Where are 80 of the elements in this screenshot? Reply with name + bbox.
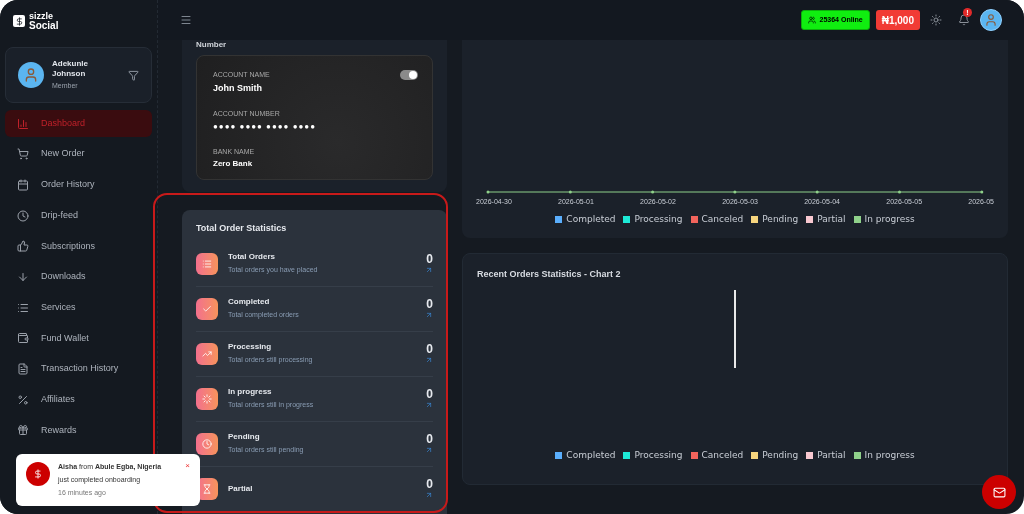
legend-label[interactable]: Completed [566, 212, 616, 226]
users-icon [807, 16, 816, 24]
legend-label[interactable]: Canceled [701, 448, 744, 462]
logo-icon [13, 15, 25, 27]
stat-title: Partial [228, 482, 254, 495]
profile-name: Adekunle Johnson [52, 58, 89, 79]
stat-title: Processing [228, 341, 273, 354]
trend-icon [202, 348, 212, 359]
sidebar-item[interactable]: Rewards [5, 416, 152, 444]
stat-title: In progress [228, 386, 273, 399]
sidebar-item[interactable]: Order History [5, 171, 152, 199]
avatar [18, 62, 44, 88]
stat-title: Pending [228, 431, 261, 444]
stat-value: 0 [426, 298, 433, 311]
panel-heading: Number [196, 40, 228, 50]
arrow-icon[interactable] [425, 401, 433, 409]
legend-label[interactable]: In progress [864, 448, 915, 462]
sidebar-item[interactable]: Drip-feed [5, 202, 152, 230]
mail-button[interactable] [982, 475, 1016, 509]
down-arrow-icon [17, 270, 29, 283]
stat-value: 0 [426, 478, 433, 491]
theme-toggle-icon[interactable] [930, 14, 942, 26]
stat-value: 0 [426, 388, 433, 401]
balance-button[interactable]: ₦1,000 [875, 10, 920, 30]
stat-value: 0 [426, 433, 433, 446]
close-button[interactable]: × [185, 462, 190, 470]
stat-value: 0 [426, 253, 433, 266]
legend-label[interactable]: Processing [634, 212, 683, 226]
bank-name: Zero Bank [213, 158, 254, 170]
clock-icon [17, 209, 29, 222]
dollar-icon [26, 462, 50, 486]
toggle-switch[interactable] [400, 70, 418, 80]
arrow-icon[interactable] [425, 311, 433, 319]
panel-title: Recent Orders Statistics - Chart 2 [477, 268, 622, 281]
legend-label[interactable]: Processing [634, 448, 683, 462]
legend-label[interactable]: Completed [566, 448, 616, 462]
clock-icon [202, 438, 212, 449]
percent-icon [17, 393, 29, 406]
sidebar-item[interactable]: Services [5, 294, 152, 322]
legend-label[interactable]: Canceled [701, 212, 744, 226]
mail-icon [992, 485, 1006, 499]
arrow-icon[interactable] [425, 266, 433, 274]
calendar-icon [17, 178, 29, 191]
account-name: John Smith [213, 81, 263, 95]
brand-name: sizzle [29, 12, 54, 21]
gift-icon [17, 424, 29, 437]
arrow-icon[interactable] [425, 356, 433, 364]
check-icon [202, 303, 212, 314]
arrow-icon[interactable] [425, 491, 433, 499]
arrow-icon[interactable] [425, 446, 433, 454]
list-icon [202, 258, 212, 269]
legend-label[interactable]: Pending [762, 448, 799, 462]
account-number: ●●●● ●●●● ●●●● ●●●● [213, 120, 317, 133]
menu-icon[interactable] [180, 14, 192, 26]
sidebar-item[interactable]: Downloads [5, 263, 152, 291]
stat-title: Completed [228, 296, 271, 309]
sidebar-item[interactable]: New Order [5, 140, 152, 168]
panel-title: Total Order Statistics [196, 222, 288, 235]
stat-value: 0 [426, 343, 433, 356]
hourglass-icon [202, 483, 212, 494]
legend-label[interactable]: Pending [762, 212, 799, 226]
sidebar-item[interactable]: Transaction History [5, 355, 152, 383]
sidebar-item[interactable]: Fund Wallet [5, 324, 152, 352]
filter-icon[interactable] [128, 69, 139, 81]
legend-label[interactable]: Partial [817, 448, 846, 462]
legend-label[interactable]: In progress [864, 212, 915, 226]
wallet-icon [17, 332, 29, 345]
brand-name: Social [29, 21, 59, 30]
notification-icon[interactable] [958, 14, 970, 26]
document-icon [17, 363, 29, 375]
legend-label[interactable]: Partial [817, 212, 846, 226]
list-icon [17, 301, 29, 314]
avatar[interactable] [980, 9, 1002, 31]
cart-icon [17, 148, 29, 161]
stat-title: Total Orders [228, 251, 276, 264]
thumbs-up-icon [17, 240, 29, 253]
bar-chart-icon [17, 117, 29, 130]
loader-icon [202, 393, 212, 404]
sidebar-item[interactable]: Affiliates [5, 386, 152, 414]
sidebar-item[interactable]: Subscriptions [5, 232, 152, 260]
